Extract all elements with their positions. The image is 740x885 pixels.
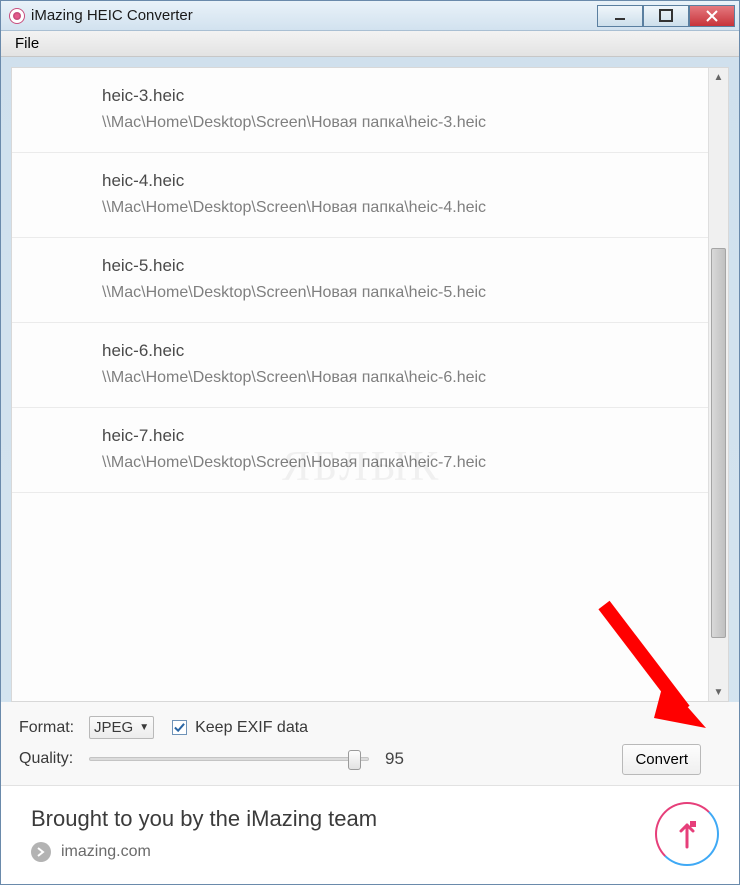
imazing-logo-icon	[655, 802, 719, 866]
footer-link[interactable]: imazing.com	[31, 842, 655, 862]
quality-slider[interactable]	[89, 757, 369, 761]
app-window: iMazing HEIC Converter File heic-3.heic …	[0, 0, 740, 885]
minimize-button[interactable]	[597, 5, 643, 27]
file-row[interactable]: heic-4.heic \\Mac\Home\Desktop\Screen\Но…	[12, 153, 708, 238]
file-row[interactable]: heic-3.heic \\Mac\Home\Desktop\Screen\Но…	[12, 68, 708, 153]
window-title: iMazing HEIC Converter	[31, 7, 193, 24]
arrow-right-icon	[31, 842, 51, 862]
content-area: heic-3.heic \\Mac\Home\Desktop\Screen\Но…	[11, 67, 729, 702]
keep-exif-label: Keep EXIF data	[195, 719, 308, 737]
file-path: \\Mac\Home\Desktop\Screen\Новая папка\he…	[102, 284, 708, 302]
quality-value: 95	[385, 749, 404, 769]
scroll-up-icon[interactable]: ▲	[709, 68, 728, 86]
file-row[interactable]: heic-5.heic \\Mac\Home\Desktop\Screen\Но…	[12, 238, 708, 323]
menubar: File	[1, 31, 739, 57]
window-controls	[597, 5, 735, 27]
footer: Brought to you by the iMazing team imazi…	[1, 785, 739, 884]
close-button[interactable]	[689, 5, 735, 27]
scrollbar[interactable]: ▲ ▼	[708, 68, 728, 701]
file-row[interactable]: heic-6.heic \\Mac\Home\Desktop\Screen\Но…	[12, 323, 708, 408]
chevron-down-icon: ▼	[139, 722, 149, 733]
file-name: heic-4.heic	[102, 171, 708, 191]
keep-exif-checkbox[interactable]	[172, 720, 187, 735]
file-path: \\Mac\Home\Desktop\Screen\Новая папка\he…	[102, 199, 708, 217]
footer-link-text: imazing.com	[61, 843, 151, 861]
footer-tagline: Brought to you by the iMazing team	[31, 806, 655, 832]
quality-label: Quality:	[19, 750, 89, 768]
file-list: heic-3.heic \\Mac\Home\Desktop\Screen\Но…	[12, 68, 708, 701]
check-icon	[174, 722, 185, 733]
menu-file[interactable]: File	[7, 33, 47, 54]
format-select[interactable]: JPEG ▼	[89, 716, 154, 739]
file-name: heic-5.heic	[102, 256, 708, 276]
slider-thumb[interactable]	[348, 750, 361, 770]
format-label: Format:	[19, 719, 89, 737]
app-icon	[9, 8, 25, 24]
file-name: heic-6.heic	[102, 341, 708, 361]
convert-button[interactable]: Convert	[622, 744, 701, 775]
file-path: \\Mac\Home\Desktop\Screen\Новая папка\he…	[102, 114, 708, 132]
file-path: \\Mac\Home\Desktop\Screen\Новая папка\he…	[102, 454, 708, 472]
file-path: \\Mac\Home\Desktop\Screen\Новая папка\he…	[102, 369, 708, 387]
file-row[interactable]: heic-7.heic \\Mac\Home\Desktop\Screen\Но…	[12, 408, 708, 493]
titlebar: iMazing HEIC Converter	[1, 1, 739, 31]
scroll-down-icon[interactable]: ▼	[709, 683, 728, 701]
format-value: JPEG	[94, 719, 133, 736]
file-name: heic-3.heic	[102, 86, 708, 106]
file-name: heic-7.heic	[102, 426, 708, 446]
scroll-thumb[interactable]	[711, 248, 726, 638]
close-icon	[706, 10, 718, 22]
controls-panel: Format: JPEG ▼ Keep EXIF data Quality: 9…	[1, 702, 739, 785]
maximize-button[interactable]	[643, 5, 689, 27]
